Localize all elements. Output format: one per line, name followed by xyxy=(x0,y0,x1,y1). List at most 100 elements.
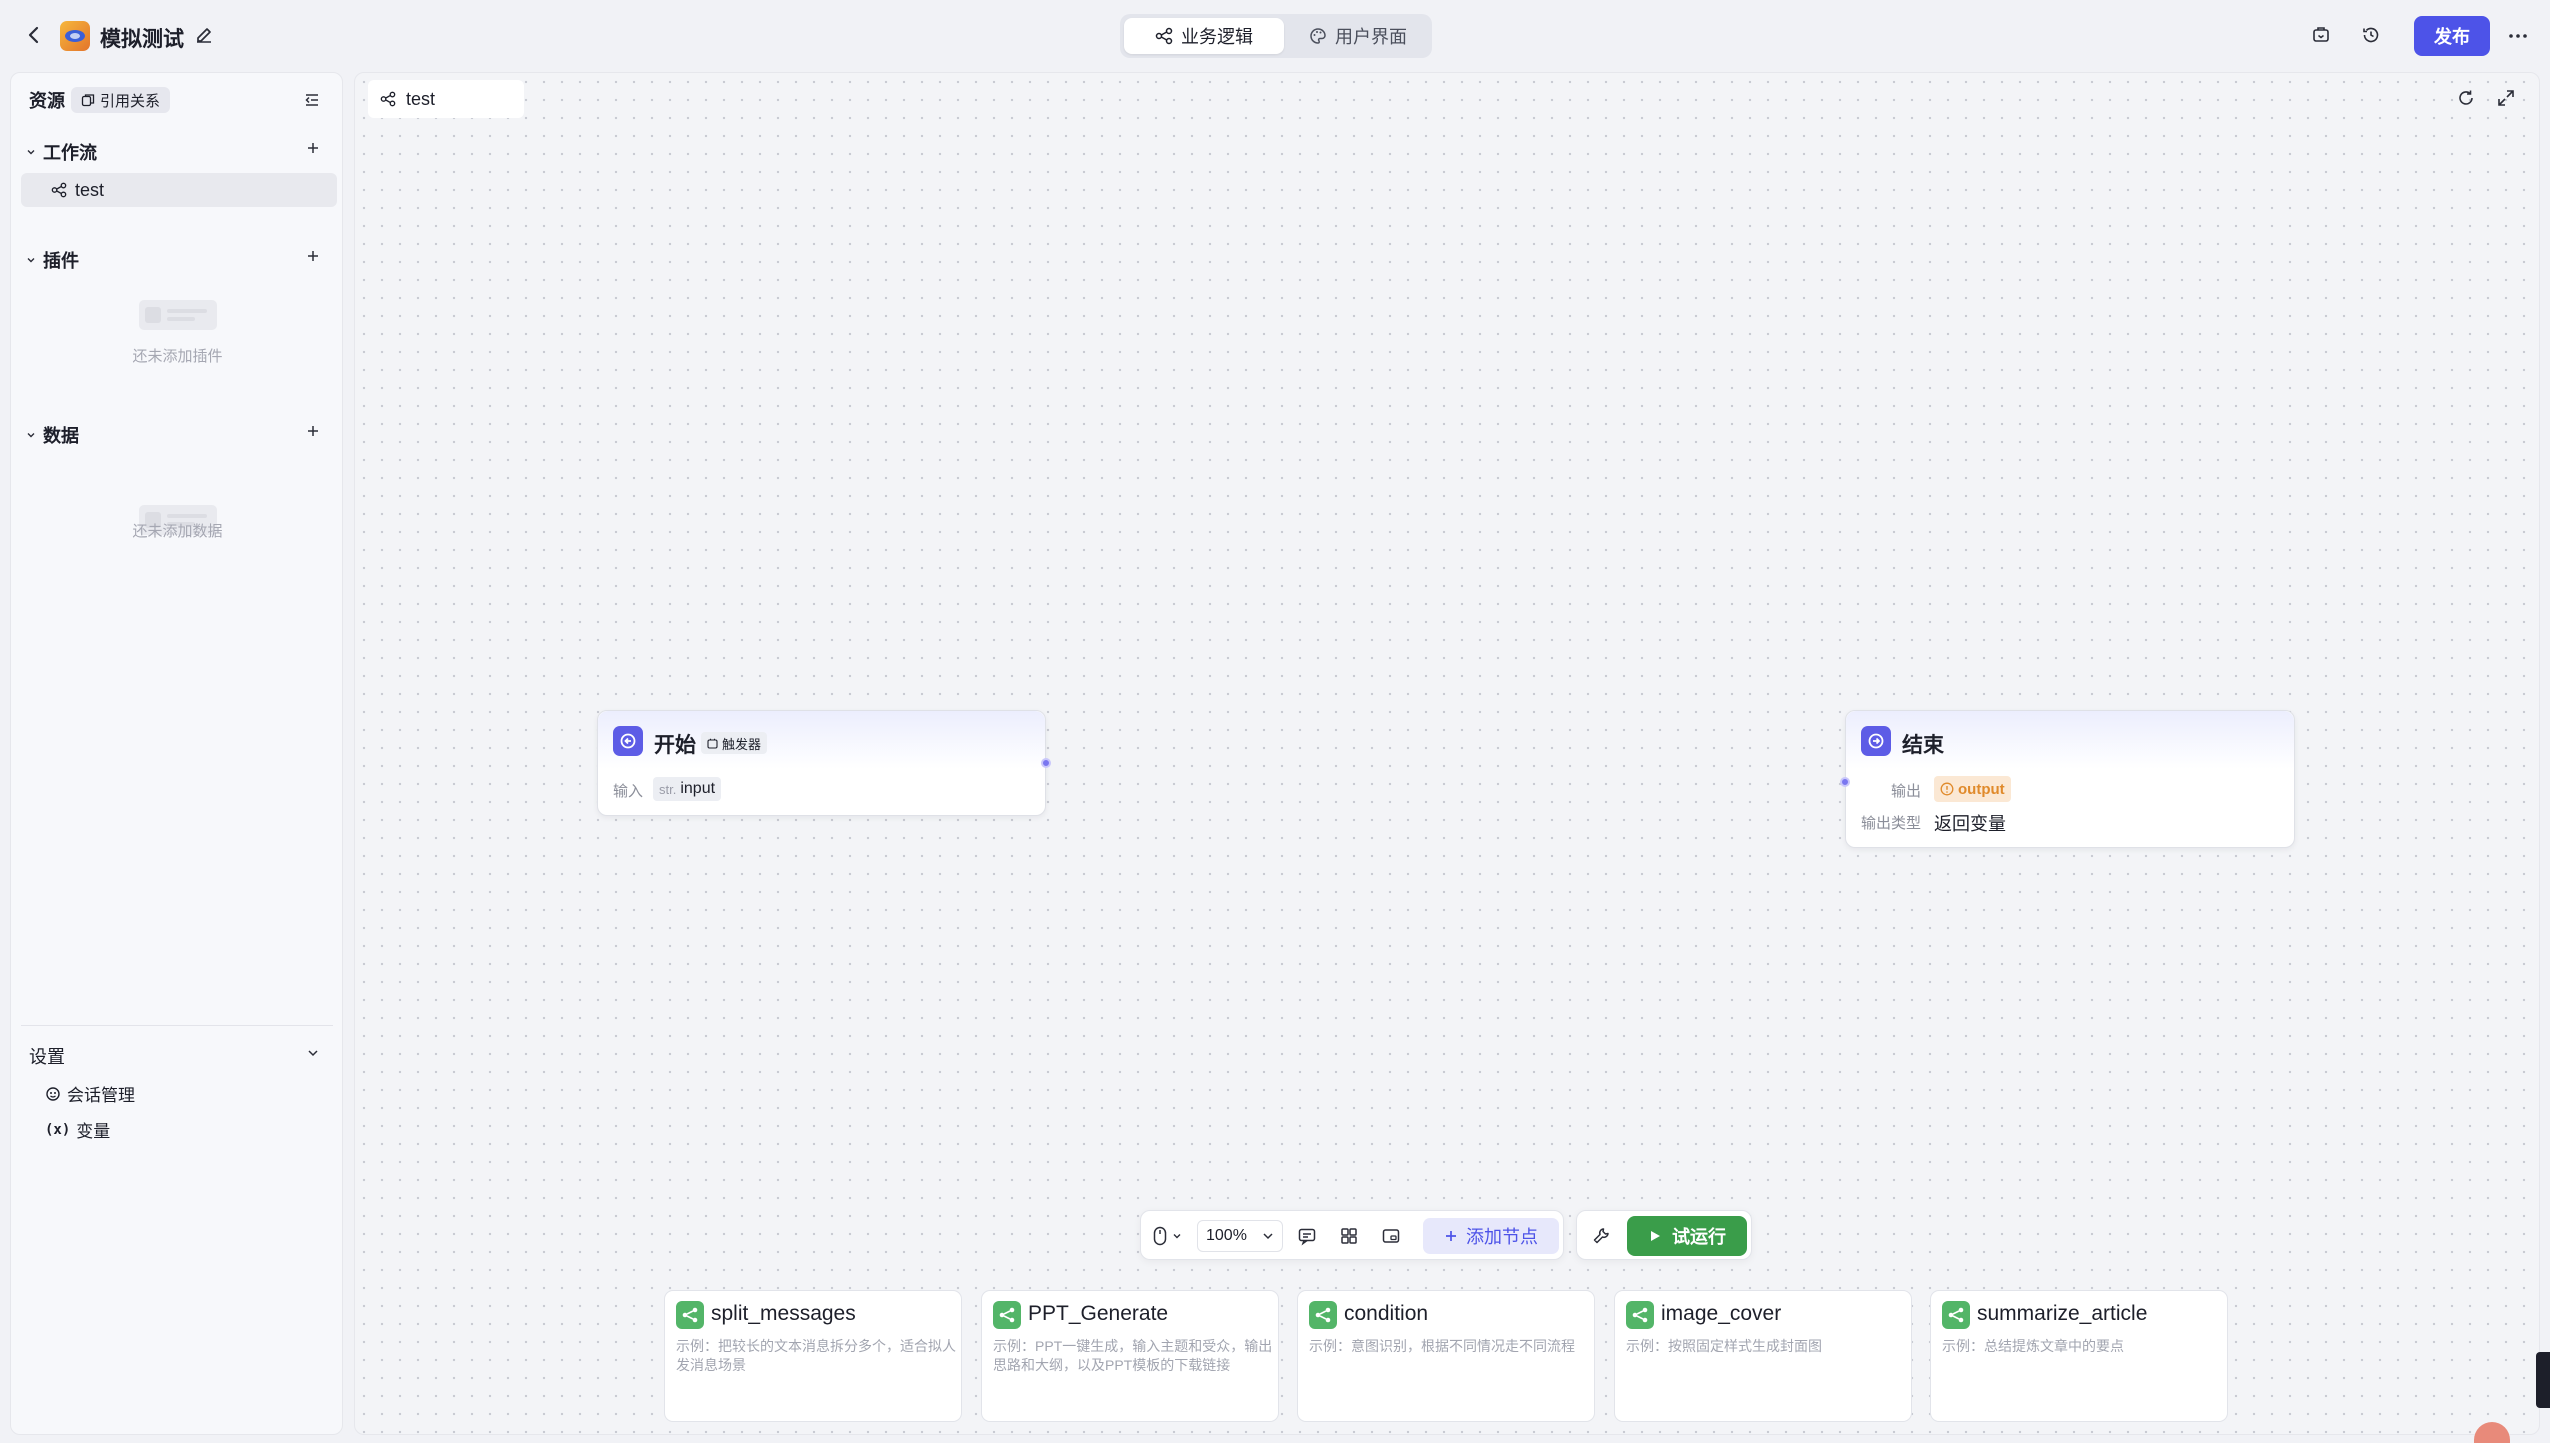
add-node-label: 添加节点 xyxy=(1466,1227,1538,1247)
back-icon[interactable] xyxy=(24,24,44,46)
plugin-section-title: 插件 xyxy=(43,251,79,271)
side-widget[interactable] xyxy=(2536,1352,2550,1408)
output-type-label: 输出类型 xyxy=(1861,815,1922,832)
end-node[interactable]: 结束 输出 output 输出类型 返回变量 xyxy=(1840,710,2295,848)
start-node[interactable]: 开始 触发器 输入 str. input xyxy=(597,710,1051,816)
settings-item-label: 会话管理 xyxy=(67,1086,135,1105)
save-icon[interactable] xyxy=(2311,25,2331,45)
collapse-sidebar-icon[interactable] xyxy=(303,91,321,109)
template-desc: 示例：按照固定样式生成封面图 xyxy=(1626,1338,1822,1354)
settings-item-conversation[interactable]: 会话管理 xyxy=(45,1081,135,1106)
view-switcher: 业务逻辑 用户界面 xyxy=(1120,14,1432,58)
plugin-section-header[interactable]: 插件 xyxy=(25,247,79,273)
template-desc: 示例：PPT一键生成，输入主题和受众，输出思路和大纲，以及PPT模板的下载链接 xyxy=(993,1338,1273,1373)
more-icon[interactable] xyxy=(2508,27,2528,45)
add-plugin-icon[interactable] xyxy=(306,249,320,263)
resource-sidebar: 资源 引用关系 工作流 test 插件 还未添加插件 数据 还未添加数据 设置 … xyxy=(10,72,343,1435)
zoom-select[interactable]: 100% xyxy=(1197,1220,1283,1252)
template-name: condition xyxy=(1344,1302,1429,1325)
data-section-header[interactable]: 数据 xyxy=(25,422,79,448)
sidebar-title: 资源 xyxy=(29,91,65,111)
chevron-down-icon[interactable] xyxy=(305,1045,321,1061)
interaction-mode-button[interactable] xyxy=(1153,1226,1183,1246)
template-desc: 示例：把较长的文本消息拆分多个，适合拟人发消息场景 xyxy=(676,1338,956,1373)
comment-icon[interactable] xyxy=(1297,1226,1317,1246)
reference-relation-button[interactable]: 引用关系 xyxy=(71,87,171,113)
template-name: split_messages xyxy=(711,1302,856,1325)
template-card[interactable]: image_cover 示例：按照固定样式生成封面图 xyxy=(1614,1290,1912,1422)
workflow-section-header[interactable]: 工作流 xyxy=(25,139,97,165)
layout-icon[interactable] xyxy=(1339,1226,1359,1246)
top-bar: 模拟测试 业务逻辑 用户界面 发布 xyxy=(0,0,2550,72)
template-icon xyxy=(1626,1301,1654,1329)
workflow-icon xyxy=(380,91,396,107)
chevron-down-icon xyxy=(25,254,37,266)
app-title: 模拟测试 xyxy=(100,28,184,51)
chevron-down-icon xyxy=(25,429,37,441)
workflow-icon xyxy=(51,182,67,198)
variable-icon: (x) xyxy=(45,1121,71,1138)
template-card[interactable]: condition 示例：意图识别，根据不同情况走不同流程 xyxy=(1297,1290,1595,1422)
tab-label: 业务逻辑 xyxy=(1181,27,1253,47)
var-name: input xyxy=(680,780,716,797)
template-card[interactable]: summarize_article 示例：总结提炼文章中的要点 xyxy=(1930,1290,2228,1422)
history-icon[interactable] xyxy=(2361,25,2381,45)
mouse-icon xyxy=(1153,1226,1167,1246)
zoom-value: 100% xyxy=(1206,1227,1247,1244)
chevron-down-icon xyxy=(1261,1229,1275,1243)
chevron-down-icon xyxy=(25,146,37,158)
sidebar-item-test[interactable]: test xyxy=(21,173,337,207)
start-icon xyxy=(613,726,643,756)
canvas-tab-label: test xyxy=(406,88,436,109)
edit-icon[interactable] xyxy=(194,25,214,45)
input-label: 输入 xyxy=(613,783,644,800)
settings-title: 设置 xyxy=(29,1047,65,1067)
test-run-button[interactable]: 试运行 xyxy=(1627,1216,1747,1256)
end-icon xyxy=(1861,726,1891,756)
template-desc: 示例：意图识别，根据不同情况走不同流程 xyxy=(1309,1338,1575,1354)
template-card[interactable]: PPT_Generate 示例：PPT一键生成，输入主题和受众，输出思路和大纲，… xyxy=(981,1290,1279,1422)
output-label: 输出 xyxy=(1891,783,1922,800)
minimap-icon[interactable] xyxy=(1381,1226,1401,1246)
tab-business-logic[interactable]: 业务逻辑 xyxy=(1124,18,1284,54)
template-card[interactable]: split_messages 示例：把较长的文本消息拆分多个，适合拟人发消息场景 xyxy=(664,1290,962,1422)
data-section-title: 数据 xyxy=(43,426,79,446)
template-icon xyxy=(993,1301,1021,1329)
publish-button[interactable]: 发布 xyxy=(2414,16,2490,56)
canvas-tab-test[interactable]: test xyxy=(368,80,524,118)
template-name: summarize_article xyxy=(1977,1302,2148,1325)
template-icon xyxy=(676,1301,704,1329)
var-type: str. xyxy=(659,781,677,797)
play-icon xyxy=(1648,1229,1662,1243)
settings-item-label: 变量 xyxy=(76,1122,111,1141)
empty-plugin-text: 还未添加插件 xyxy=(132,348,223,365)
sidebar-item-label: test xyxy=(75,179,105,200)
input-port[interactable] xyxy=(1840,777,1850,787)
run-toolbar: 试运行 xyxy=(1576,1210,1752,1260)
output-variable-tag: output xyxy=(1934,776,2011,802)
template-desc: 示例：总结提炼文章中的要点 xyxy=(1942,1338,2124,1354)
refresh-icon[interactable] xyxy=(2456,88,2476,108)
trigger-icon xyxy=(707,738,718,749)
tab-user-interface[interactable]: 用户界面 xyxy=(1288,18,1428,54)
input-variable-tag: str. input xyxy=(653,777,722,801)
app-logo xyxy=(60,21,90,51)
add-data-icon[interactable] xyxy=(306,424,320,438)
empty-data-text: 还未添加数据 xyxy=(132,523,223,540)
template-icon xyxy=(1309,1301,1337,1329)
debug-wrench-icon[interactable] xyxy=(1591,1226,1611,1246)
settings-item-variables[interactable]: (x) 变量 xyxy=(45,1117,110,1142)
template-name: PPT_Generate xyxy=(1028,1302,1169,1325)
fullscreen-icon[interactable] xyxy=(2496,88,2516,108)
workflow-section-title: 工作流 xyxy=(43,143,97,163)
add-node-button[interactable]: 添加节点 xyxy=(1423,1218,1559,1254)
start-node-title: 开始 xyxy=(654,734,696,757)
test-run-label: 试运行 xyxy=(1672,1227,1726,1247)
trigger-badge[interactable]: 触发器 xyxy=(701,732,768,754)
template-name: image_cover xyxy=(1661,1302,1782,1325)
output-port[interactable] xyxy=(1041,758,1051,768)
add-workflow-icon[interactable] xyxy=(306,141,320,155)
link-icon xyxy=(81,93,95,107)
trigger-badge-label: 触发器 xyxy=(722,736,762,752)
palette-icon xyxy=(1309,27,1327,45)
